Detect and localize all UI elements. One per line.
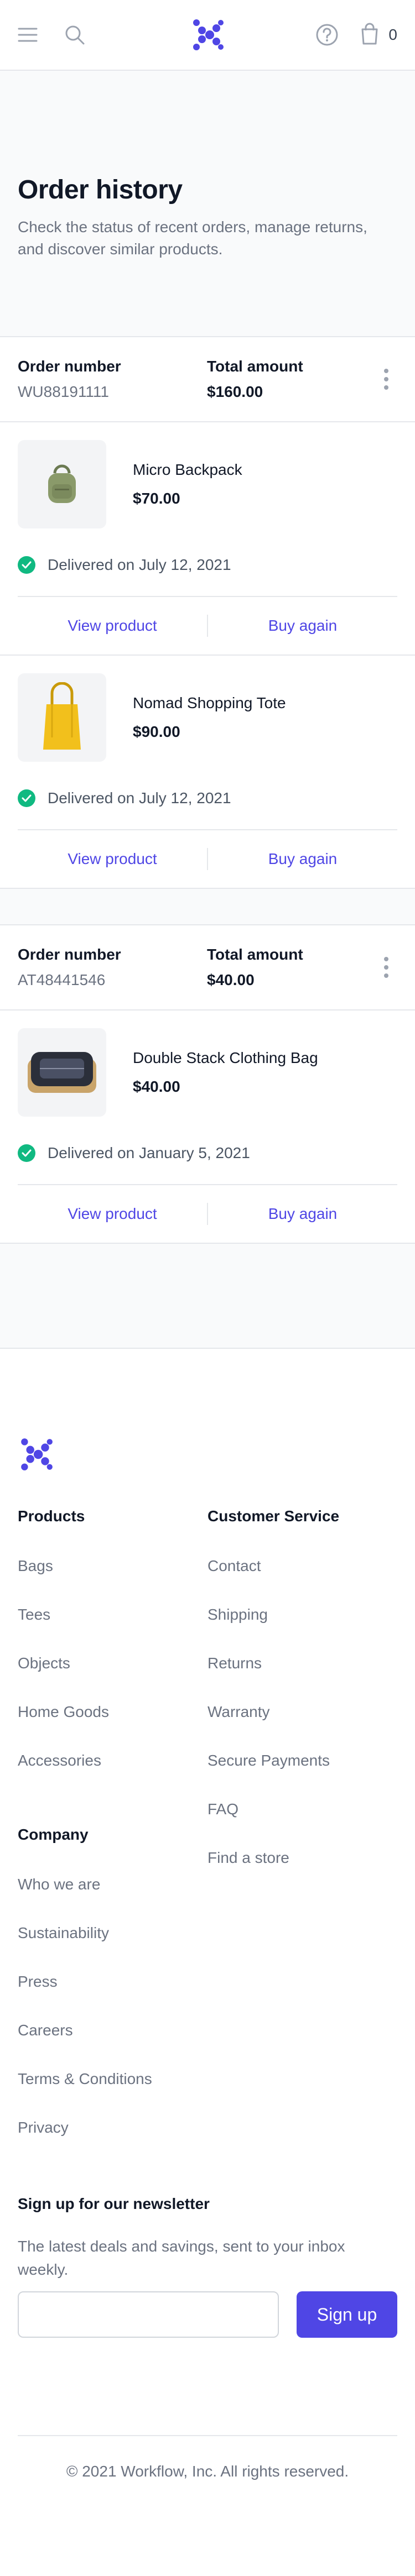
item-actions: View product Buy again: [18, 1184, 397, 1243]
footer-link[interactable]: FAQ: [208, 1800, 397, 1849]
check-circle-icon: [18, 556, 35, 574]
footer-link[interactable]: Terms & Conditions: [18, 2070, 208, 2119]
order-total-value: $40.00: [207, 971, 255, 988]
newsletter-heading: Sign up for our newsletter: [18, 2195, 210, 2212]
footer-link[interactable]: Shipping: [208, 1606, 397, 1654]
order-summary: Order number WU88191111 Total amount $16…: [0, 337, 415, 422]
footer-link[interactable]: Home Goods: [18, 1703, 208, 1752]
item-actions: View product Buy again: [18, 829, 397, 888]
view-product-link[interactable]: View product: [18, 1205, 207, 1223]
footer-column-right: Customer Service Contact Shipping Return…: [208, 1507, 397, 2167]
nav-left: [18, 24, 151, 45]
cart-button[interactable]: 0: [360, 23, 397, 48]
section-spacer: [0, 889, 415, 924]
footer-link[interactable]: Secure Payments: [208, 1752, 397, 1800]
delivery-status: Delivered on July 12, 2021: [18, 554, 397, 576]
page-heading: Order history Check the status of recent…: [0, 71, 415, 336]
footer-products-heading: Products: [18, 1507, 85, 1525]
buy-again-link[interactable]: Buy again: [208, 850, 397, 868]
product-image-micro-backpack: [18, 440, 106, 528]
view-product-link[interactable]: View product: [18, 617, 207, 635]
order-total-label: Total amount: [207, 358, 303, 375]
footer-link[interactable]: Tees: [18, 1606, 208, 1654]
order-total-label: Total amount: [207, 946, 303, 963]
order-number-value: AT48441546: [18, 971, 106, 988]
footer-link[interactable]: Press: [18, 1973, 208, 2022]
order-options-icon[interactable]: [384, 369, 388, 390]
top-navigation: 0: [0, 0, 415, 71]
order-options-icon[interactable]: [384, 957, 388, 978]
product-image-double-stack-bag: [18, 1028, 106, 1117]
section-spacer: [0, 1244, 415, 1349]
footer-link[interactable]: Find a store: [208, 1849, 397, 1898]
view-product-link[interactable]: View product: [18, 850, 207, 868]
copyright-text: © 2021 Workflow, Inc. All rights reserve…: [66, 2463, 349, 2480]
check-circle-icon: [18, 1144, 35, 1162]
buy-again-link[interactable]: Buy again: [208, 1205, 397, 1223]
buy-again-link[interactable]: Buy again: [208, 617, 397, 635]
item-actions: View product Buy again: [18, 596, 397, 655]
footer-link[interactable]: Sustainability: [18, 1924, 208, 1973]
shopping-bag-icon: [360, 23, 380, 48]
sign-up-button[interactable]: Sign up: [297, 2291, 397, 2338]
page-subtitle: Check the status of recent orders, manag…: [18, 218, 367, 258]
product-price: $90.00: [133, 723, 180, 740]
product-price: $70.00: [133, 490, 180, 507]
delivery-status-text: Delivered on January 5, 2021: [48, 1144, 250, 1161]
email-field[interactable]: [18, 2291, 279, 2338]
product-name[interactable]: Nomad Shopping Tote: [133, 694, 286, 712]
order-card: Order number AT48441546 Total amount $40…: [0, 924, 415, 1244]
footer-link[interactable]: Warranty: [208, 1703, 397, 1752]
order-total: Total amount $40.00: [207, 946, 303, 989]
help-circle-icon[interactable]: [315, 23, 339, 46]
order-summary: Order number AT48441546 Total amount $40…: [0, 925, 415, 1010]
order-total-value: $160.00: [207, 383, 263, 400]
footer-service-heading: Customer Service: [208, 1507, 340, 1525]
footer-company-heading: Company: [18, 1826, 89, 1843]
order-number-value: WU88191111: [18, 383, 109, 400]
footer-column-left: Products Bags Tees Objects Home Goods Ac…: [18, 1507, 208, 2167]
newsletter-description: The latest deals and savings, sent to yo…: [18, 2238, 345, 2278]
footer-link[interactable]: Returns: [208, 1654, 397, 1703]
footer-logo-icon[interactable]: [18, 1437, 397, 1474]
footer-link[interactable]: Contact: [208, 1557, 397, 1606]
order-item: Nomad Shopping Tote $90.00 Delivered on …: [0, 655, 415, 888]
order-item: Double Stack Clothing Bag $40.00 Deliver…: [0, 1010, 415, 1243]
newsletter-form: Sign up: [18, 2291, 397, 2338]
product-name[interactable]: Double Stack Clothing Bag: [133, 1049, 318, 1067]
product-name[interactable]: Micro Backpack: [133, 461, 242, 479]
product-price: $40.00: [133, 1078, 180, 1095]
footer-link[interactable]: Bags: [18, 1557, 208, 1606]
order-total: Total amount $160.00: [207, 358, 303, 401]
search-icon[interactable]: [64, 24, 85, 45]
delivery-status-text: Delivered on July 12, 2021: [48, 556, 231, 573]
product-image-nomad-tote: [18, 673, 106, 762]
order-card: Order number WU88191111 Total amount $16…: [0, 336, 415, 889]
check-circle-icon: [18, 789, 35, 807]
order-number-label: Order number: [18, 358, 121, 375]
footer-link[interactable]: Privacy: [18, 2119, 208, 2167]
order-number: Order number AT48441546: [18, 946, 207, 989]
delivery-status: Delivered on January 5, 2021: [18, 1142, 397, 1164]
order-number-label: Order number: [18, 946, 121, 963]
order-item: Micro Backpack $70.00 Delivered on July …: [0, 422, 415, 655]
delivery-status-text: Delivered on July 12, 2021: [48, 789, 231, 807]
nav-right: 0: [264, 23, 397, 48]
delivery-status: Delivered on July 12, 2021: [18, 787, 397, 809]
menu-icon[interactable]: [18, 27, 38, 43]
cart-count: 0: [388, 26, 397, 43]
newsletter-signup: Sign up for our newsletter The latest de…: [18, 2195, 397, 2338]
order-number: Order number WU88191111: [18, 358, 207, 401]
footer-link[interactable]: Careers: [18, 2022, 208, 2070]
workflow-logo-icon[interactable]: [190, 18, 225, 51]
footer-link[interactable]: Accessories: [18, 1752, 208, 1800]
page-title: Order history: [18, 175, 183, 205]
footer-link[interactable]: Who we are: [18, 1876, 208, 1924]
site-footer: Products Bags Tees Objects Home Goods Ac…: [0, 1349, 415, 2507]
footer-link[interactable]: Objects: [18, 1654, 208, 1703]
copyright-bar: © 2021 Workflow, Inc. All rights reserve…: [18, 2435, 397, 2507]
